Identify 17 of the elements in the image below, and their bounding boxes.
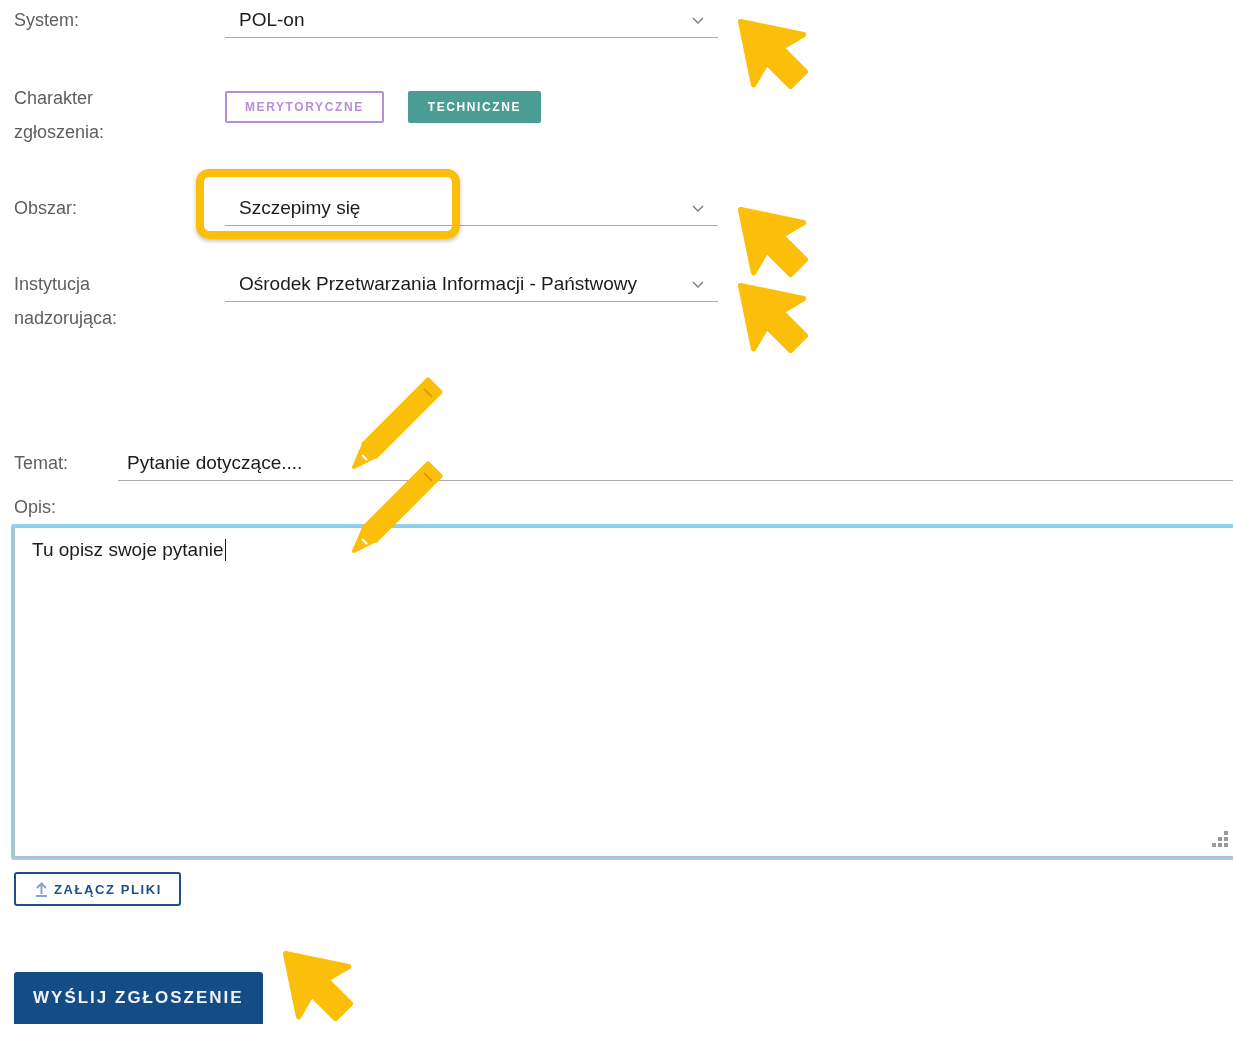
select-field[interactable]: Ośrodek Przetwarzania Informacji - Państwowy [225,267,718,302]
resize-grip-icon [1210,829,1230,849]
select-field[interactable]: Szczepimy się [225,191,718,226]
chevron-down-icon [692,204,704,212]
field-label: Charakter zgłoszenia: [14,87,106,144]
description-field[interactable]: Tu opisz swoje pytanie [11,524,1233,860]
field-label: Opis: [14,496,57,519]
field-label: Obszar: [14,197,79,220]
upload-icon [35,881,48,897]
chevron-down-icon [692,280,704,288]
field-label: Instytucja nadzorująca: [14,273,119,330]
field-label: Temat: [14,452,69,475]
chevron-down-icon [692,16,704,24]
select-field[interactable]: POL-on [225,3,718,38]
field-label: System: [14,9,80,32]
submit-button[interactable]: WYŚLIJ ZGŁOSZENIE [14,972,263,1024]
attach-files-button[interactable]: ZAŁĄCZ PLIKI [14,872,182,906]
